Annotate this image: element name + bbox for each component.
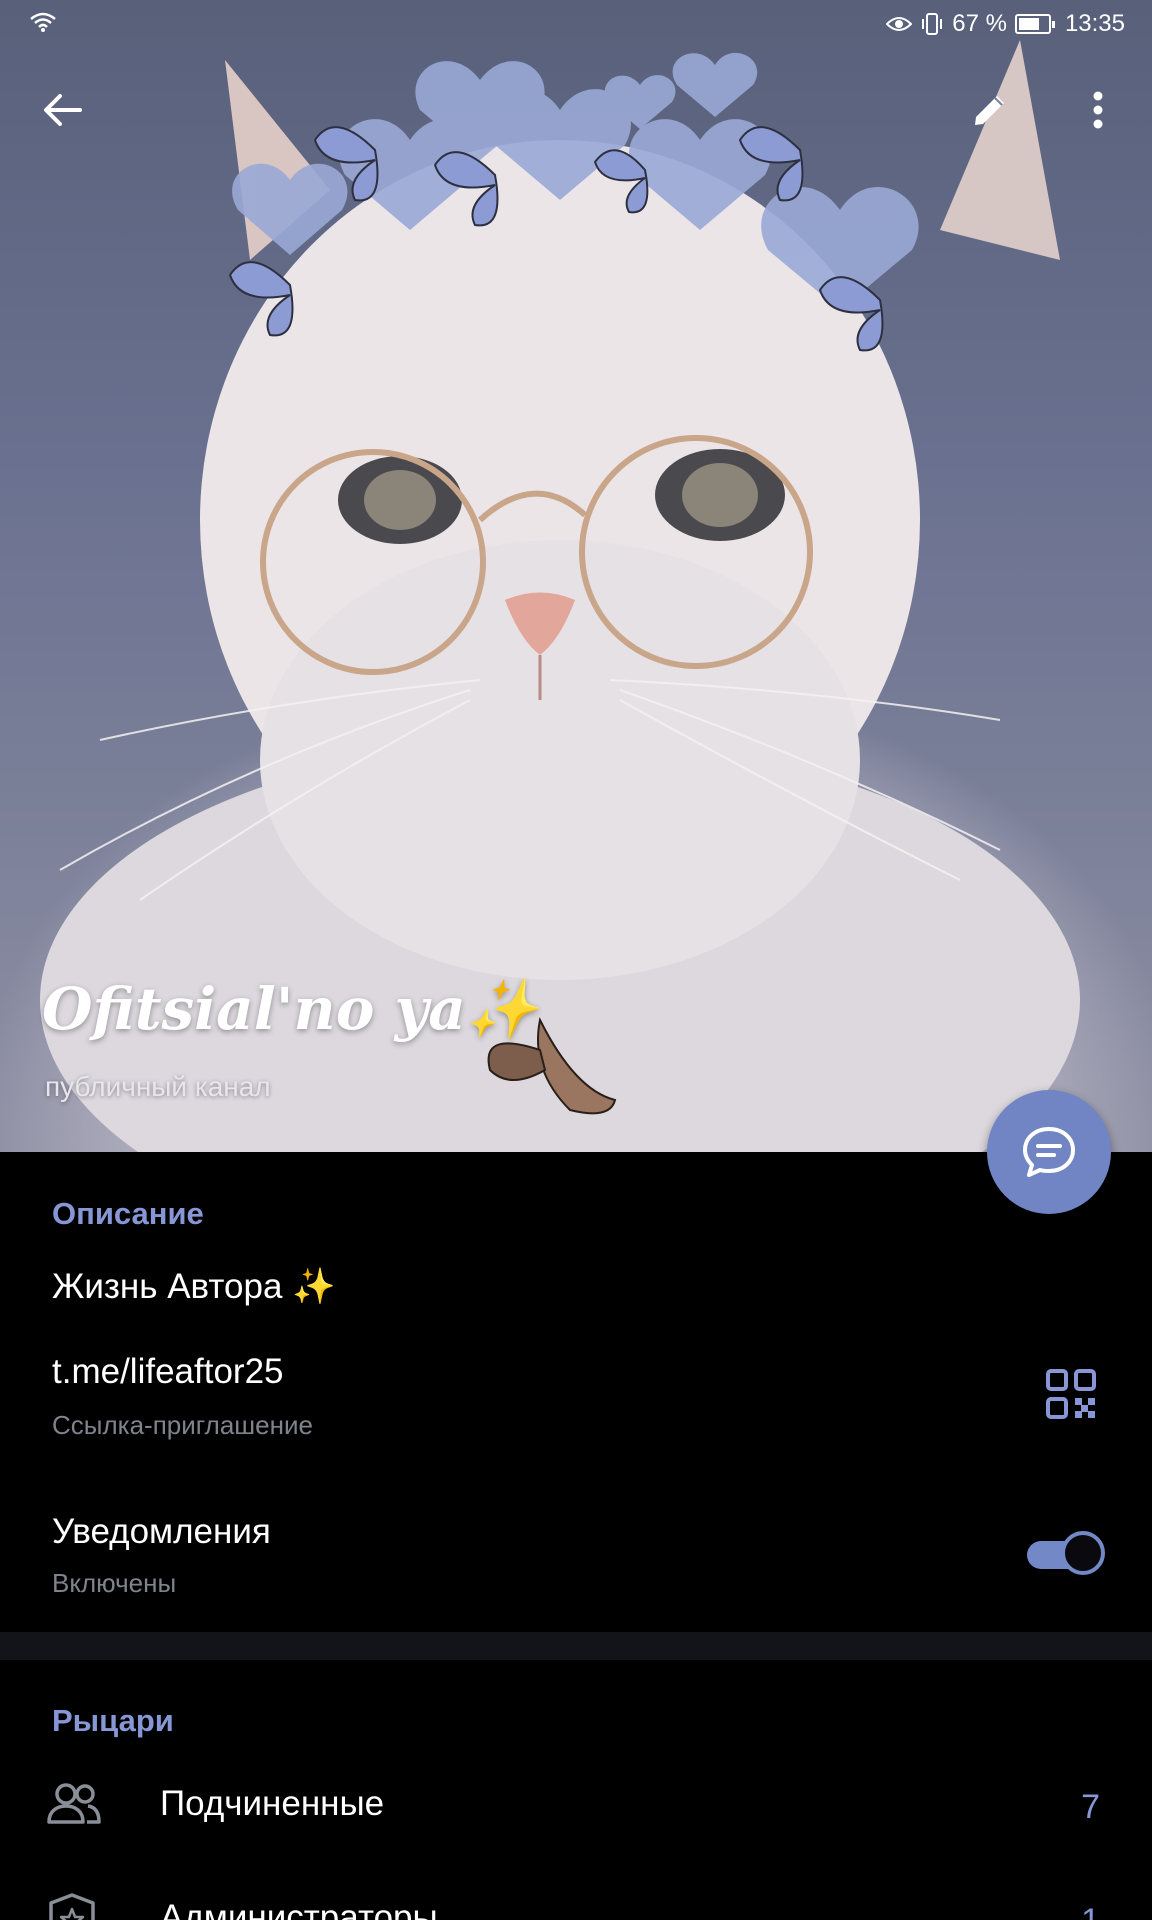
discussion-button[interactable] bbox=[987, 1090, 1111, 1214]
more-vertical-icon bbox=[1093, 91, 1103, 129]
shield-star-icon bbox=[49, 1893, 95, 1920]
wifi-icon bbox=[30, 12, 56, 32]
pencil-icon bbox=[975, 96, 1004, 125]
back-button[interactable] bbox=[22, 70, 102, 150]
status-bar: 67 % 13:35 bbox=[0, 0, 1152, 46]
status-icons: 67 % 13:35 bbox=[886, 10, 1125, 38]
clock: 13:35 bbox=[1064, 10, 1125, 37]
list-item-count: 1 bbox=[1081, 1902, 1100, 1920]
list-item-label: Подчиненные bbox=[160, 1784, 385, 1823]
invite-link-caption: Ссылка-приглашение bbox=[52, 1410, 313, 1440]
channel-description: Жизнь Автора ✨ bbox=[52, 1267, 336, 1306]
battery-percent: 67 % bbox=[952, 10, 1007, 37]
channel-title: Ofitsial'no ya✨ bbox=[42, 975, 539, 1043]
description-section-header: Описание bbox=[52, 1196, 204, 1231]
notifications-toggle[interactable] bbox=[1027, 1531, 1107, 1577]
toggle-knob bbox=[1061, 1531, 1105, 1575]
people-icon bbox=[47, 1783, 101, 1824]
arrow-left-icon bbox=[44, 94, 82, 126]
qr-code-icon[interactable] bbox=[1045, 1368, 1097, 1420]
channel-cover-photo: 67 % 13:35 Ofitsial'no ya✨ публичный кан… bbox=[0, 0, 1152, 1152]
battery-icon bbox=[1014, 14, 1055, 34]
eye-icon bbox=[886, 17, 913, 31]
channel-type: публичный канал bbox=[45, 1071, 271, 1102]
list-item-subscribers[interactable]: Подчиненные 7 bbox=[0, 1752, 1152, 1862]
edit-button[interactable] bbox=[950, 70, 1030, 150]
list-item-administrators[interactable]: Администраторы 1 bbox=[0, 1862, 1152, 1920]
more-options-button[interactable] bbox=[1058, 70, 1138, 150]
list-item-count: 7 bbox=[1081, 1788, 1100, 1826]
members-section-header: Рыцари bbox=[52, 1703, 174, 1738]
notifications-state: Включены bbox=[52, 1568, 177, 1598]
vibrate-icon bbox=[922, 13, 943, 35]
notifications-label: Уведомления bbox=[52, 1512, 271, 1551]
list-item-label: Администраторы bbox=[160, 1898, 438, 1920]
chat-bubble-icon bbox=[1023, 1127, 1075, 1177]
invite-link[interactable]: t.me/lifeaftor25 bbox=[52, 1352, 284, 1392]
section-divider bbox=[0, 1632, 1152, 1660]
